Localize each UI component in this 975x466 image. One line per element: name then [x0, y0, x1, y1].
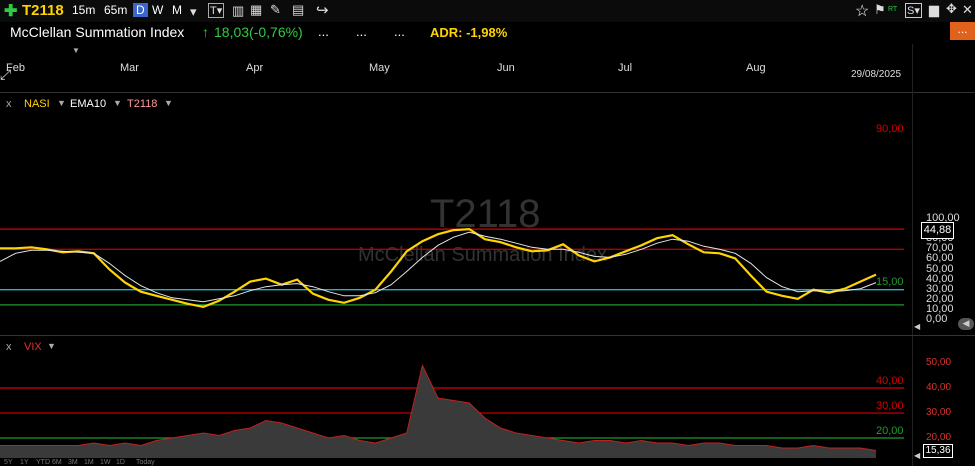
vix-chart[interactable] [0, 336, 912, 458]
scale-dropdown-icon[interactable]: ▼ [72, 46, 80, 55]
note-icon[interactable]: ▤ [292, 2, 304, 18]
range-button-1d[interactable]: 1D [116, 459, 125, 466]
series-ema10 [0, 231, 877, 303]
level-label-90: 90,00 [876, 123, 904, 135]
range-button-1y[interactable]: 1Y [20, 459, 29, 466]
dropdown-icon[interactable]: ▾ [190, 4, 197, 20]
range-bar: 5Y 1Y YTD 6M 3M 1M 1W 1D Today [0, 459, 912, 466]
vix-level-20: 20,00 [876, 425, 904, 437]
trash-icon[interactable]: ▆ [929, 2, 939, 18]
range-button-1w[interactable]: 1W [100, 459, 111, 466]
field-1: ... [318, 24, 329, 39]
expand-icon[interactable]: ⤢ [0, 66, 11, 83]
vix-axis-tick-label: 20,00 [926, 432, 952, 443]
field-2: ... [356, 24, 367, 39]
range-button-3m[interactable]: 3M [68, 459, 78, 466]
vix-level-30: 30,00 [876, 400, 904, 412]
instrument-name: McClellan Summation Index [10, 24, 185, 40]
timeframe-d[interactable]: D [133, 3, 148, 17]
month-label: Apr [246, 62, 264, 74]
vix-axis-tick-label: 30,00 [926, 407, 952, 418]
main-chart[interactable] [0, 93, 912, 335]
axis-tick-label: 0,00 [926, 313, 948, 325]
level-label-15: 15,00 [876, 276, 904, 288]
time-scale: ▼ Feb Mar Apr May Jun Jul Aug 29/08/2025… [0, 44, 912, 92]
range-button-5y[interactable]: 5Y [4, 459, 13, 466]
ticker-symbol[interactable]: T2118 [22, 2, 64, 19]
share-icon[interactable]: ↪ [316, 1, 329, 19]
pencil-icon[interactable]: ✎ [270, 2, 281, 18]
timeframe-65m[interactable]: 65m [104, 3, 127, 17]
price-change: 18,03(-0,76%) [214, 24, 303, 40]
star-icon[interactable]: ☆ [855, 1, 869, 21]
vix-last-value-tag: 15,36 [923, 444, 953, 458]
range-button-ytd[interactable]: YTD [36, 459, 50, 466]
calculator-icon[interactable]: ▦ [250, 2, 262, 18]
timeframe-15m[interactable]: 15m [72, 3, 95, 17]
add-icon[interactable]: ✚ [4, 1, 17, 21]
left-arrow-icon[interactable]: ◀ [914, 451, 920, 460]
series-nasi [0, 227, 877, 309]
month-label: Jul [618, 62, 633, 74]
vix-axis-tick-label: 40,00 [926, 382, 952, 393]
vix-axis-tick-label: 50,00 [926, 357, 952, 368]
move-icon[interactable]: ✥ [946, 1, 957, 17]
timeframe-w[interactable]: W [152, 3, 163, 17]
month-label: Aug [746, 62, 766, 74]
axis-divider [912, 44, 913, 466]
adr-value: ADR: -1,98% [430, 25, 508, 40]
range-button-1m[interactable]: 1M [84, 459, 94, 466]
toolbar: ✚ T2118 15m 65m D W M ▾ T▾ ▥ ▦ ✎ ▤ ↪ ☆ ⚑… [0, 0, 975, 22]
month-label: Mar [120, 62, 139, 74]
left-arrow-icon[interactable]: ◀ [914, 322, 920, 331]
up-arrow-icon: ↑ [202, 24, 209, 40]
close-icon[interactable]: ✕ [962, 2, 973, 18]
field-3: ... [394, 24, 405, 39]
flag-icon[interactable]: ⚑ [874, 2, 886, 18]
screener-icon[interactable]: S▾ [905, 3, 922, 18]
quote-header: McClellan Summation Index ↑ 18,03(-0,76%… [0, 22, 975, 42]
menu-button[interactable]: ... [950, 22, 975, 40]
current-date: 29/08/2025 [851, 69, 902, 80]
indicator-icon[interactable]: T▾ [208, 3, 225, 18]
month-label: Jun [497, 62, 515, 74]
rt-icon: RT [888, 6, 898, 13]
range-button-today[interactable]: Today [136, 459, 155, 466]
last-value-tag: 44,88 [921, 222, 954, 239]
timeframe-m[interactable]: M [172, 3, 182, 17]
month-label: May [369, 62, 390, 74]
vix-level-40: 40,00 [876, 375, 904, 387]
scroll-handle[interactable]: ◀ [958, 318, 974, 330]
range-button-6m[interactable]: 6M [52, 459, 62, 466]
bars-icon[interactable]: ▥ [232, 3, 244, 19]
